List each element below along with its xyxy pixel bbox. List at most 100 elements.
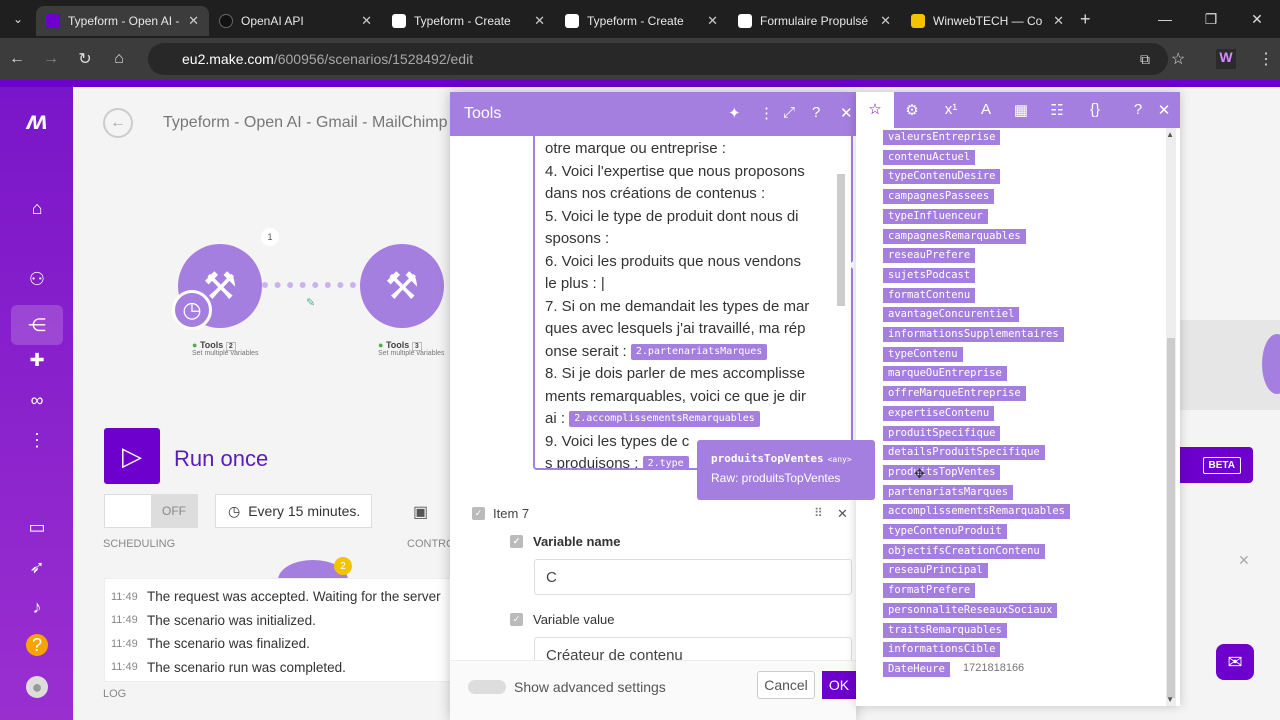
variable-pill[interactable]: avantageConcurentiel: [883, 307, 1020, 323]
picker-scrollbar[interactable]: [1166, 128, 1176, 706]
text-icon[interactable]: A: [975, 101, 997, 118]
help-icon[interactable]: ?: [1127, 101, 1149, 118]
schedule-button[interactable]: ◷ Every 15 minutes.: [215, 494, 372, 528]
url-field[interactable]: eu2.make.com/600956/scenarios/1528492/ed…: [148, 43, 1168, 75]
variable-pill[interactable]: 2.accomplissementsRemarquables: [569, 411, 760, 428]
cancel-button[interactable]: Cancel: [757, 671, 815, 699]
variable-text-area[interactable]: otre marque ou entreprise : 4. Voici l'e…: [533, 136, 853, 470]
variable-pill[interactable]: formatPrefere: [883, 583, 976, 599]
minimize-icon[interactable]: —: [1142, 11, 1188, 27]
drag-handle-icon[interactable]: ⠿: [814, 506, 823, 520]
scroll-down-icon[interactable]: ▼: [1166, 695, 1174, 704]
browser-tab[interactable]: Typeform - Create ✕: [382, 6, 555, 36]
browser-tab[interactable]: Typeform - Create ✕: [555, 6, 728, 36]
item-7-header[interactable]: ✓ Item 7: [472, 506, 529, 521]
variable-pill[interactable]: objectifsCreationContenu: [883, 543, 1045, 559]
variable-pill[interactable]: DateHeure: [883, 661, 950, 677]
variable-pill[interactable]: typeInfluenceur: [883, 208, 988, 224]
variable-pill[interactable]: typeContenu: [883, 346, 963, 362]
variable-pill[interactable]: contenuActuel: [883, 149, 976, 165]
close-tab-icon[interactable]: ✕: [1053, 13, 1064, 29]
scenarios-icon[interactable]: ⋲: [11, 305, 63, 345]
advanced-settings-toggle[interactable]: Show advanced settings: [468, 679, 666, 695]
home-icon[interactable]: ⌂: [102, 50, 136, 68]
remove-item-icon[interactable]: ✕: [837, 506, 848, 522]
close-icon[interactable]: ✕: [840, 104, 853, 122]
new-tab-icon[interactable]: +: [1080, 9, 1091, 30]
expand-icon[interactable]: ⤢: [783, 104, 795, 121]
variable-pill[interactable]: detailsProduitSpecifique: [883, 445, 1045, 461]
scroll-up-icon[interactable]: ▲: [1166, 130, 1174, 139]
variable-pill[interactable]: formatContenu: [883, 287, 976, 303]
make-logo-icon[interactable]: ʍ: [22, 105, 52, 135]
close-tab-icon[interactable]: ✕: [361, 13, 372, 29]
browser-tab[interactable]: Typeform - Open AI - ✕: [36, 6, 209, 36]
variable-pill[interactable]: reseauPrincipal: [883, 563, 988, 579]
back-arrow-icon[interactable]: ←: [103, 108, 133, 138]
rocket-icon[interactable]: ➶: [22, 552, 52, 582]
connections-icon[interactable]: ∞: [22, 385, 52, 415]
ai-beta-button[interactable]: BETA: [1175, 447, 1253, 483]
team-icon[interactable]: ⚇: [22, 264, 52, 294]
help-icon[interactable]: ?: [26, 634, 48, 656]
wrench-icon[interactable]: ✎: [306, 296, 315, 309]
variable-pill[interactable]: typeContenuProduit: [883, 524, 1007, 539]
browser-tab[interactable]: WinwebTECH — Co ✕: [901, 6, 1074, 36]
menu-icon[interactable]: ⋮: [1258, 49, 1274, 69]
clock-icon[interactable]: ◷: [172, 290, 212, 330]
variable-pill[interactable]: produitsTopVentes: [883, 464, 1001, 480]
restore-icon[interactable]: ❐: [1188, 11, 1234, 28]
close-tab-icon[interactable]: ✕: [534, 13, 545, 29]
variable-pill[interactable]: produitSpecifique: [883, 425, 1001, 441]
back-icon[interactable]: ←: [0, 50, 34, 68]
variable-pill[interactable]: 2.partenariatsMarques: [630, 343, 768, 360]
run-once-label[interactable]: Run once: [174, 446, 268, 472]
close-icon[interactable]: ✕: [1238, 552, 1250, 569]
save-icon[interactable]: ▣: [413, 502, 428, 522]
variable-pill[interactable]: offreMarqueEntreprise: [883, 386, 1026, 402]
help-icon[interactable]: ?: [812, 104, 820, 121]
variable-pill[interactable]: campagnesRemarquables: [883, 228, 1026, 244]
variable-pill[interactable]: informationsCible: [883, 642, 1001, 658]
browser-tab[interactable]: OpenAI API ✕: [209, 6, 382, 36]
variable-pill[interactable]: accomplissementsRemarquables: [883, 504, 1071, 520]
scheduling-toggle[interactable]: OFF: [104, 494, 198, 528]
avatar[interactable]: ●: [26, 676, 48, 698]
tab-search-icon[interactable]: ⌄: [0, 12, 36, 26]
close-tab-icon[interactable]: ✕: [188, 13, 199, 29]
braces-icon[interactable]: {}: [1084, 101, 1106, 118]
math-icon[interactable]: x¹: [940, 101, 962, 118]
close-icon[interactable]: ✕: [1153, 101, 1175, 119]
reload-icon[interactable]: ↻: [68, 49, 102, 69]
variable-pill[interactable]: reseauPrefere: [883, 248, 976, 264]
home-icon[interactable]: ⌂: [22, 193, 52, 223]
translate-icon[interactable]: ⧉: [1140, 51, 1150, 68]
calendar-icon[interactable]: ▦: [1010, 101, 1032, 119]
ok-button[interactable]: OK: [822, 671, 856, 699]
close-tab-icon[interactable]: ✕: [880, 13, 891, 29]
variable-pill[interactable]: personnaliteReseauxSociaux: [883, 602, 1058, 618]
variable-pill[interactable]: informationsSupplementaires: [883, 327, 1064, 342]
variable-name-input[interactable]: C: [534, 559, 852, 595]
bell-icon[interactable]: ♪: [22, 592, 52, 622]
gear-icon[interactable]: ⚙: [901, 101, 923, 119]
browser-tab[interactable]: Formulaire Propulsé ✕: [728, 6, 901, 36]
variable-pill[interactable]: sujetsPodcast: [883, 267, 976, 283]
more-icon[interactable]: ⋮: [22, 425, 52, 455]
tools-node[interactable]: ⚒: [360, 244, 444, 328]
collapse-checkbox[interactable]: ✓: [472, 507, 485, 520]
run-once-button[interactable]: ▷: [104, 428, 160, 484]
templates-icon[interactable]: ✚: [22, 345, 52, 375]
extension-icon[interactable]: W: [1216, 49, 1236, 69]
variable-pill[interactable]: 2.type: [642, 456, 689, 468]
forward-icon[interactable]: →: [34, 50, 68, 68]
variable-pill[interactable]: traitsRemarquables: [883, 622, 1007, 638]
ai-sparkle-icon[interactable]: ✦: [728, 104, 741, 122]
star-icon[interactable]: ☆: [856, 92, 894, 128]
variable-pill[interactable]: partenariatsMarques: [883, 484, 1014, 500]
array-icon[interactable]: ☷: [1046, 101, 1068, 119]
variable-pill[interactable]: campagnesPassees: [883, 189, 995, 205]
close-tab-icon[interactable]: ✕: [707, 13, 718, 29]
bookmark-star-icon[interactable]: ☆: [1171, 49, 1185, 69]
variable-pill[interactable]: marqueOuEntreprise: [883, 366, 1007, 382]
